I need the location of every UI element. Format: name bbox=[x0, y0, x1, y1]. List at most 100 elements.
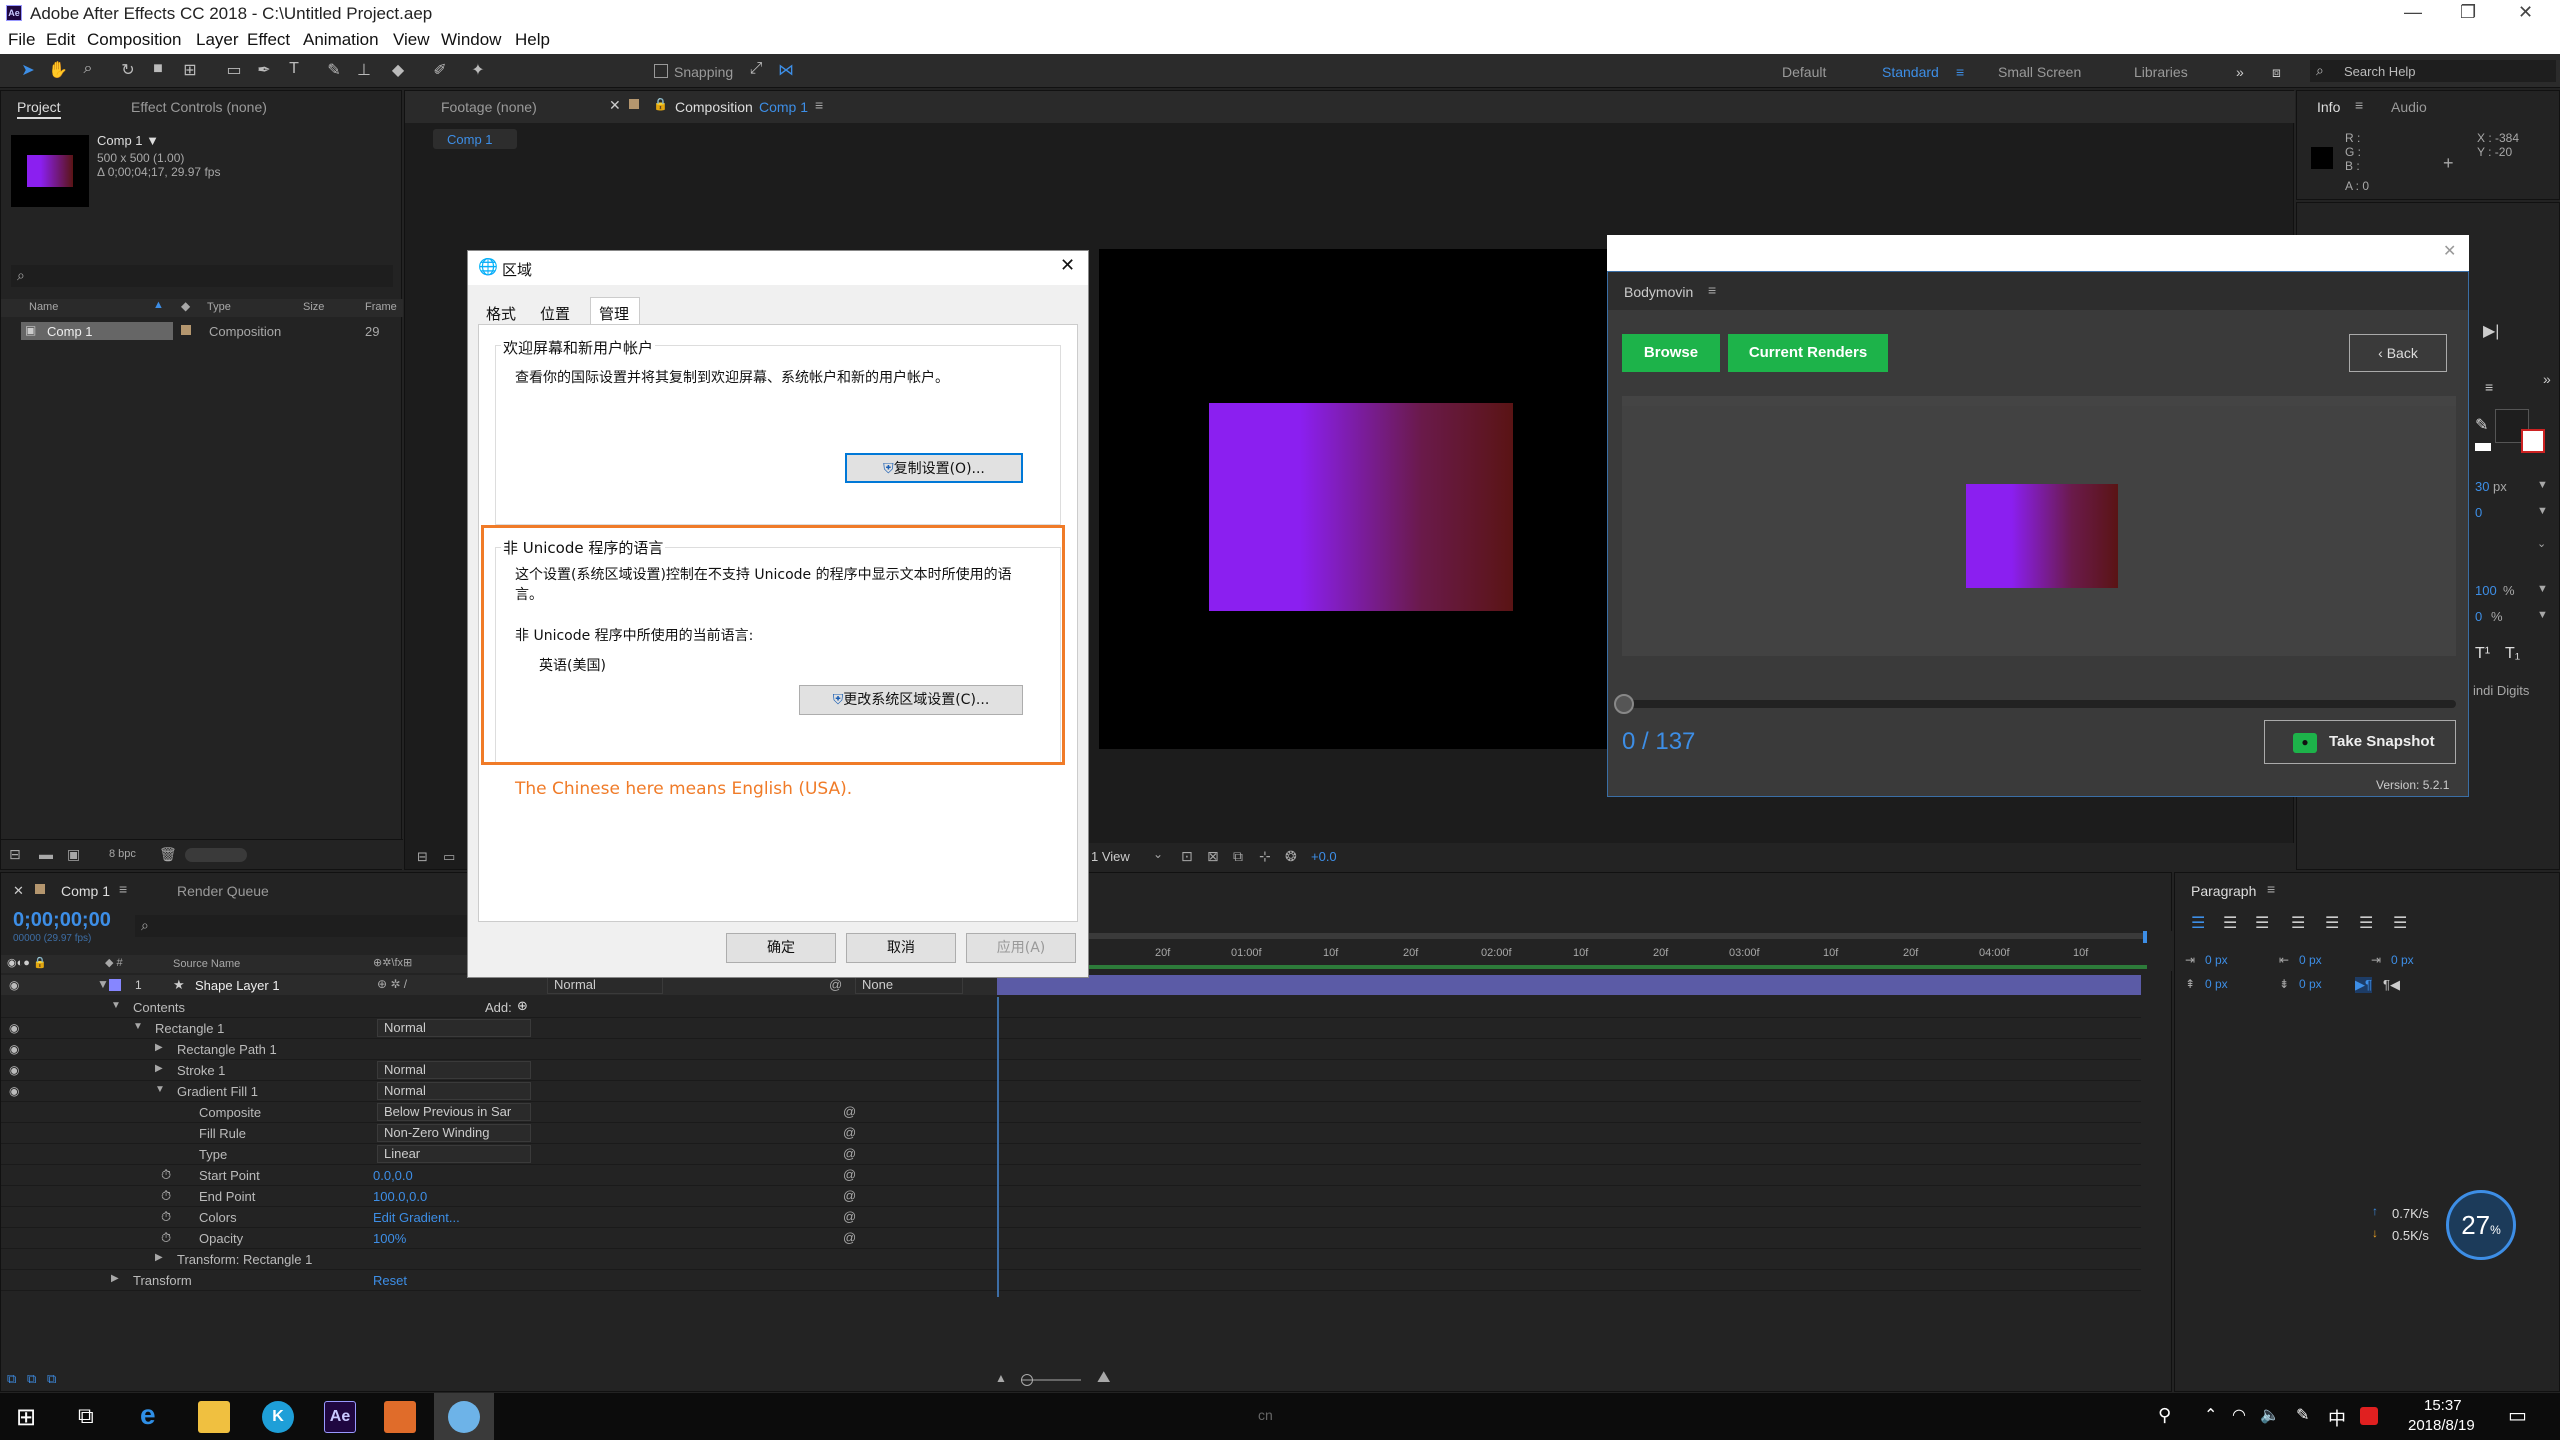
menu-layer[interactable]: Layer bbox=[196, 30, 239, 50]
ok-button[interactable]: 确定 bbox=[726, 933, 836, 963]
selection-tool-icon[interactable]: ➤ bbox=[16, 60, 40, 82]
back-button[interactable]: ‹ Back bbox=[2349, 334, 2447, 372]
snap-icon[interactable]: ⤢ bbox=[744, 60, 768, 82]
column-name[interactable]: Name bbox=[29, 301, 58, 313]
tab-administrative-box[interactable]: 管理 bbox=[590, 297, 640, 325]
property-value[interactable]: 0.0,0.0 bbox=[373, 1168, 413, 1183]
minimize-icon[interactable]: — bbox=[2404, 2, 2422, 23]
tab-effect-controls[interactable]: Effect Controls (none) bbox=[131, 99, 267, 115]
wifi-icon[interactable]: ◠ bbox=[2232, 1405, 2246, 1425]
workspace-default[interactable]: Default bbox=[1782, 64, 1826, 80]
sort-arrow-icon[interactable]: ▲ bbox=[153, 299, 164, 311]
menu-view[interactable]: View bbox=[393, 30, 430, 50]
chevron-down-icon[interactable]: ▼ bbox=[2537, 479, 2548, 491]
monitor-icon[interactable]: ▭ bbox=[443, 849, 455, 865]
layer-switches-icon[interactable]: ⧉ bbox=[7, 1371, 16, 1387]
zoom-tool-icon[interactable]: ⌕ bbox=[76, 60, 100, 82]
zoom-out-icon[interactable]: ▲ bbox=[995, 1371, 1007, 1385]
trash-icon[interactable]: 🗑 bbox=[159, 846, 177, 863]
close-icon[interactable]: ✕ bbox=[2518, 2, 2533, 23]
label-swatch[interactable] bbox=[109, 979, 121, 991]
pickwhip-icon[interactable]: @ bbox=[843, 1209, 856, 1224]
antivirus-icon[interactable] bbox=[2360, 1407, 2378, 1425]
rtl-direction-icon[interactable]: ¶◀ bbox=[2383, 977, 2400, 993]
expand-arrow-icon[interactable]: ▼ bbox=[97, 977, 109, 991]
people-icon[interactable]: ⚲ bbox=[2158, 1405, 2171, 1426]
property-row[interactable]: Type Linear @ bbox=[1, 1144, 2141, 1165]
type-tool-icon[interactable]: T bbox=[282, 60, 306, 82]
panel-menu-icon[interactable]: ≡ bbox=[2355, 97, 2363, 113]
add-icon[interactable]: ⊕ bbox=[517, 998, 528, 1014]
clock-date[interactable]: 2018/8/19 bbox=[2408, 1417, 2475, 1434]
align-left-icon[interactable]: ☰ bbox=[2191, 913, 2205, 933]
tab-comp1-timeline[interactable]: Comp 1 bbox=[61, 883, 110, 899]
panel-menu-icon[interactable]: ≡ bbox=[2485, 379, 2493, 395]
property-value[interactable]: 100.0,0.0 bbox=[373, 1189, 427, 1204]
project-item-row[interactable]: ▣ Comp 1 Composition 29 bbox=[1, 321, 403, 341]
property-row[interactable]: ▶ Transform Reset bbox=[1, 1270, 2141, 1291]
property-select[interactable]: Below Previous in Sar bbox=[377, 1103, 531, 1121]
expand-arrow-icon[interactable]: ▼ bbox=[111, 1000, 121, 1011]
expand-arrow-icon[interactable]: ▼ bbox=[133, 1021, 143, 1032]
browse-button[interactable]: Browse bbox=[1622, 334, 1720, 372]
exposure-value[interactable]: +0.0 bbox=[1311, 849, 1337, 864]
cancel-button[interactable]: 取消 bbox=[846, 933, 956, 963]
search-help-field[interactable]: ⌕ Search Help bbox=[2310, 60, 2556, 82]
property-value[interactable]: Reset bbox=[373, 1273, 407, 1288]
modes-icon[interactable]: ⧉ bbox=[27, 1371, 36, 1387]
channel-icon[interactable]: ⧉ bbox=[1233, 848, 1243, 865]
puppet-tool-icon[interactable]: ✦ bbox=[466, 60, 490, 82]
chevron-up-icon[interactable]: ⌃ bbox=[2204, 1405, 2217, 1425]
layer-row[interactable]: ◉ ▼ 1 ★ Shape Layer 1 ⊕ ✲ / Normal @ Non… bbox=[1, 975, 997, 995]
horizontal-scale-value[interactable]: 0 bbox=[2475, 609, 2482, 624]
take-snapshot-button[interactable]: ● Take Snapshot bbox=[2264, 720, 2456, 764]
current-time-indicator[interactable] bbox=[997, 997, 999, 1297]
workspace-standard[interactable]: Standard bbox=[1882, 64, 1939, 80]
indent-left-value[interactable]: 0 px bbox=[2205, 953, 2228, 967]
align-center-icon[interactable]: ☰ bbox=[2223, 913, 2237, 933]
property-row[interactable]: Composite Below Previous in Sar @ bbox=[1, 1102, 2141, 1123]
pan-behind-tool-icon[interactable]: ⊞ bbox=[178, 60, 202, 82]
notification-icon[interactable]: ▭ bbox=[2508, 1403, 2527, 1428]
task-view-icon[interactable]: ⧉ bbox=[78, 1403, 94, 1429]
stopwatch-icon[interactable]: ⏱ bbox=[161, 1167, 171, 1183]
expand-arrow-icon[interactable]: ▶ bbox=[155, 1252, 163, 1263]
tab-composition-name[interactable]: Comp 1 bbox=[759, 99, 808, 115]
tab-composition[interactable]: Composition bbox=[675, 99, 753, 115]
more-workspaces-icon[interactable]: » bbox=[2236, 64, 2244, 80]
expand-arrow-icon[interactable]: ▶ bbox=[155, 1063, 163, 1074]
view-layout-select[interactable]: 1 View bbox=[1091, 849, 1130, 864]
justify-center-icon[interactable]: ☰ bbox=[2325, 913, 2339, 933]
visibility-eye-icon[interactable]: ◉ bbox=[9, 978, 19, 992]
property-select[interactable]: Non-Zero Winding bbox=[377, 1124, 531, 1142]
new-comp-icon[interactable]: ▣ bbox=[67, 846, 80, 863]
expand-icon[interactable]: » bbox=[2543, 371, 2551, 387]
expand-arrow-icon[interactable]: ▶ bbox=[111, 1273, 119, 1284]
in-out-icon[interactable]: ⧉ bbox=[47, 1371, 56, 1387]
volume-icon[interactable]: 🔈 bbox=[2260, 1405, 2280, 1425]
chevron-down-icon[interactable]: ⌄ bbox=[1153, 847, 1163, 861]
column-source-name[interactable]: Source Name bbox=[173, 958, 240, 970]
panel-menu-icon[interactable]: ≡ bbox=[119, 881, 127, 897]
copy-settings-button[interactable]: ⛨复制设置(O)... bbox=[845, 453, 1023, 483]
pickwhip-icon[interactable]: @ bbox=[843, 1230, 856, 1245]
play-end-icon[interactable]: ▶| bbox=[2483, 321, 2499, 341]
white-swatch[interactable] bbox=[2475, 443, 2491, 451]
menu-file[interactable]: File bbox=[8, 30, 35, 50]
brush-tool-icon[interactable]: ✎ bbox=[322, 60, 346, 82]
align-right-icon[interactable]: ☰ bbox=[2255, 913, 2269, 933]
clock-time[interactable]: 15:37 bbox=[2424, 1397, 2462, 1414]
ltr-direction-icon[interactable]: ▶¶ bbox=[2355, 977, 2372, 993]
property-row[interactable]: ⏱ Opacity 100% @ bbox=[1, 1228, 2141, 1249]
panel-menu-icon[interactable]: ≡ bbox=[815, 97, 823, 113]
timeline-search-input[interactable]: ⌕ bbox=[135, 915, 475, 937]
pickwhip-icon[interactable]: @ bbox=[843, 1188, 856, 1203]
visibility-eye-icon[interactable]: ◉ bbox=[9, 1084, 19, 1098]
eraser-tool-icon[interactable]: ◆ bbox=[386, 60, 410, 82]
tab-info[interactable]: Info bbox=[2317, 99, 2340, 115]
chevron-down-icon[interactable]: ▼ bbox=[2537, 583, 2548, 595]
menu-animation[interactable]: Animation bbox=[303, 30, 379, 50]
workspace-libraries[interactable]: Libraries bbox=[2134, 64, 2188, 80]
menu-edit[interactable]: Edit bbox=[46, 30, 75, 50]
property-select[interactable]: Normal bbox=[377, 1082, 531, 1100]
